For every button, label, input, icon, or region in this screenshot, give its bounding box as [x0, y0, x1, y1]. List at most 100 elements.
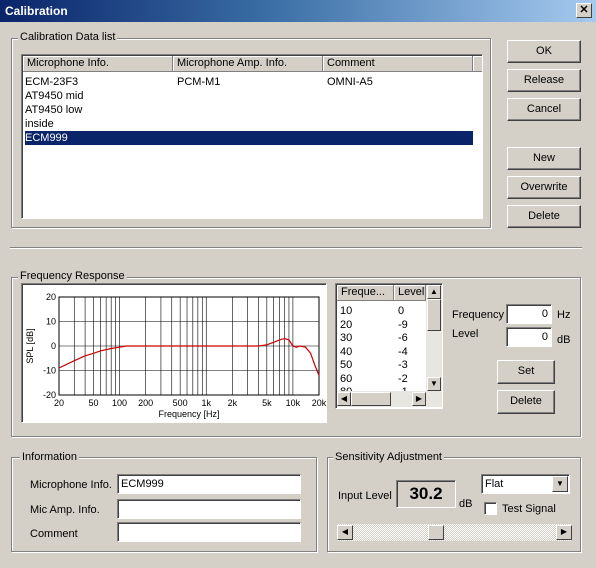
level-input[interactable]	[506, 327, 552, 347]
input-level-display: 30.2	[396, 480, 456, 508]
column-header-mic[interactable]: Microphone Info.	[23, 56, 173, 72]
list-cell-comment: OMNI-A5	[327, 76, 373, 88]
list-item[interactable]: AT9450 low	[25, 103, 473, 117]
frequency-chart-frame: 20 50 100 200 500 1k 2k 5k 10k 20k 20 10 0 -10 -20 Freq…	[21, 283, 327, 423]
calibration-list[interactable]: Microphone Info. Microphone Amp. Info. C…	[21, 54, 483, 219]
y-tick-label: 20	[46, 292, 56, 302]
input-level-unit: dB	[459, 498, 473, 510]
column-header-level[interactable]: Level	[394, 285, 426, 301]
test-signal-checkbox[interactable]	[484, 502, 497, 515]
table-vertical-scrollbar[interactable]: ▲ ▼	[426, 285, 442, 391]
comment-label: Comment	[30, 528, 78, 540]
scroll-right-icon[interactable]: ▶	[412, 392, 426, 406]
table-horizontal-scrollbar[interactable]: ◀ ▶	[337, 391, 442, 407]
y-tick-label: -20	[43, 390, 56, 400]
column-header-comment[interactable]: Comment	[323, 56, 473, 72]
frequency-table-row[interactable]: 50 -3	[340, 358, 424, 372]
window-title: Calibration	[5, 4, 68, 18]
frequency-table[interactable]: Freque... Level 10020-930-640-450-360-28…	[335, 283, 443, 409]
list-cell-mic: AT9450 mid	[25, 90, 84, 102]
x-tick-label: 500	[173, 398, 188, 408]
separator	[10, 247, 582, 249]
mic-info-input[interactable]	[117, 474, 301, 494]
level-cell: 0	[398, 305, 405, 317]
mic-info-label: Microphone Info.	[30, 479, 112, 491]
x-tick-label: 20k	[312, 398, 327, 408]
list-cell-mic: AT9450 low	[25, 104, 83, 116]
filter-select[interactable]: Flat ▼	[481, 474, 570, 494]
new-button[interactable]: New	[507, 147, 581, 170]
title-bar: Calibration ✕	[0, 0, 596, 22]
frequency-table-row[interactable]: 60 -2	[340, 372, 424, 386]
level-cell: -6	[398, 332, 408, 344]
filter-selected-value: Flat	[485, 478, 504, 490]
frequency-table-row[interactable]: 30 -6	[340, 331, 424, 345]
y-tick-label: 10	[46, 317, 56, 327]
list-item[interactable]: inside	[25, 117, 473, 131]
level-cell: -3	[398, 359, 408, 371]
frequency-cell: 40	[340, 345, 353, 358]
close-icon: ✕	[579, 4, 589, 16]
column-header-frequency[interactable]: Freque...	[337, 285, 394, 301]
level-cell: -2	[398, 372, 408, 385]
set-button[interactable]: Set	[497, 360, 555, 384]
frequency-input[interactable]	[506, 304, 552, 324]
y-tick-label: -10	[43, 366, 56, 376]
frequency-table-row[interactable]: 10 0	[340, 304, 424, 318]
cancel-button[interactable]: Cancel	[507, 98, 581, 121]
frequency-table-row[interactable]: 40 -4	[340, 345, 424, 359]
horizontal-scroll-thumb[interactable]	[351, 392, 391, 406]
delete-calibration-button[interactable]: Delete	[507, 205, 581, 228]
frequency-response-chart: 20 50 100 200 500 1k 2k 5k 10k 20k20100-10-20Freq…	[25, 292, 327, 419]
x-tick-label: 200	[138, 398, 153, 408]
release-button[interactable]: Release	[507, 69, 581, 92]
input-level-label: Input Level	[338, 490, 392, 502]
x-tick-label: 100	[112, 398, 127, 408]
level-unit: dB	[557, 334, 571, 346]
frequency-unit: Hz	[557, 309, 571, 321]
list-item[interactable]: ECM-23F3 PCM-M1 OMNI-A5	[25, 75, 473, 89]
vertical-scroll-thumb[interactable]	[427, 299, 441, 331]
list-item[interactable]: AT9450 mid	[25, 89, 473, 103]
list-cell-mic: ECM999	[25, 132, 68, 144]
sensitivity-group-label: Sensitivity Adjustment	[333, 451, 444, 463]
delete-frequency-button[interactable]: Delete	[497, 390, 555, 414]
scroll-up-icon[interactable]: ▲	[427, 285, 441, 299]
frequency-cell: 20	[340, 318, 353, 331]
chevron-down-icon[interactable]: ▼	[552, 476, 568, 492]
level-cell: -4	[398, 345, 408, 358]
y-axis-label: SPL [dB]	[25, 328, 35, 363]
list-cell-amp: PCM-M1	[177, 76, 221, 88]
mic-amp-info-label: Mic Amp. Info.	[30, 504, 100, 516]
scroll-down-icon[interactable]: ▼	[427, 377, 441, 391]
test-signal-label: Test Signal	[502, 503, 556, 515]
x-tick-label: 10k	[286, 398, 301, 408]
overwrite-button[interactable]: Overwrite	[507, 176, 581, 199]
x-tick-label: 5k	[262, 398, 272, 408]
sensitivity-slider[interactable]: ◀ ▶	[337, 524, 572, 541]
slider-left-icon[interactable]: ◀	[337, 525, 353, 540]
column-header-amp[interactable]: Microphone Amp. Info.	[173, 56, 323, 72]
frequency-label: Frequency	[452, 309, 504, 321]
level-cell: -9	[398, 318, 408, 331]
list-cell-mic: ECM-23F3	[25, 76, 79, 88]
column-header-filler	[473, 56, 482, 72]
close-button[interactable]: ✕	[576, 3, 592, 18]
frequency-response-group-label: Frequency Response	[18, 270, 127, 282]
frequency-cell: 60	[340, 372, 353, 385]
mic-amp-info-input[interactable]	[117, 499, 301, 519]
list-cell-mic: inside	[25, 118, 54, 130]
x-tick-label: 2k	[228, 398, 238, 408]
frequency-table-row[interactable]: 20 -9	[340, 318, 424, 332]
information-group-label: Information	[20, 451, 80, 463]
x-tick-label: 50	[88, 398, 98, 408]
list-item-selected[interactable]: ECM999	[25, 131, 473, 145]
scroll-left-icon[interactable]: ◀	[337, 392, 351, 406]
frequency-cell: 30	[340, 332, 353, 344]
ok-button[interactable]: OK	[507, 40, 581, 63]
slider-right-icon[interactable]: ▶	[556, 525, 572, 540]
comment-input[interactable]	[117, 522, 301, 542]
y-tick-label: 0	[51, 341, 56, 351]
slider-thumb[interactable]	[427, 525, 444, 540]
frequency-cell: 50	[340, 359, 353, 371]
